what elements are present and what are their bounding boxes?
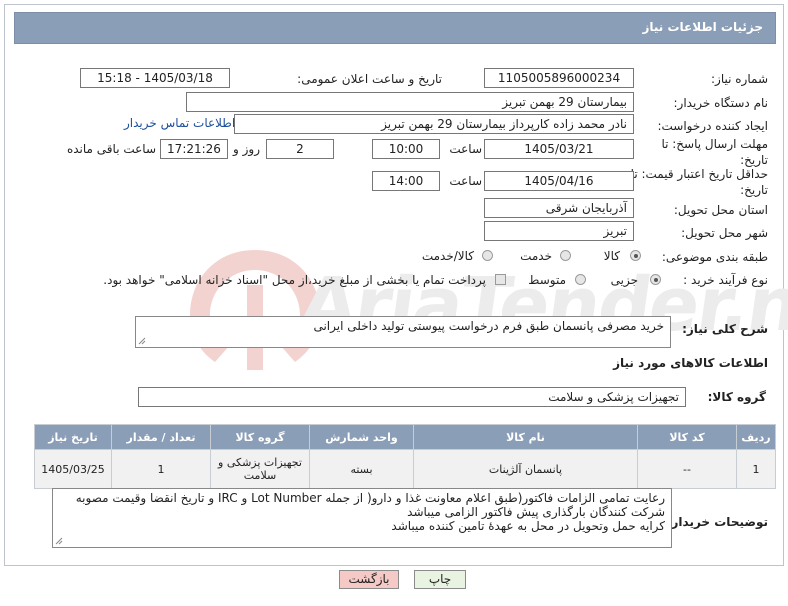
validity-time-label: ساعت bbox=[449, 174, 482, 188]
treasury-checkbox[interactable] bbox=[495, 274, 506, 285]
cell-row-number: 1 bbox=[736, 449, 776, 489]
col-quantity: تعداد / مقدار bbox=[111, 424, 211, 450]
payment-note: پرداخت تمام یا بخشی از مبلغ خرید،از محل … bbox=[103, 273, 486, 287]
announce-label: تاریخ و ساعت اعلان عمومی: bbox=[297, 72, 442, 86]
city-field: تبریز bbox=[484, 221, 634, 241]
description-label: شرح کلی نیاز: bbox=[682, 322, 768, 336]
panel-header: جزئیات اطلاعات نیاز bbox=[14, 12, 776, 44]
description-text: خرید مصرفی پانسمان طبق فرم درخواست پیوست… bbox=[313, 319, 664, 333]
resize-grip-icon[interactable] bbox=[138, 337, 146, 345]
category-option-goods: کالا bbox=[603, 249, 620, 263]
back-button[interactable]: بازگشت bbox=[339, 570, 399, 589]
process-radio-medium[interactable] bbox=[575, 274, 586, 285]
validity-time-field: 14:00 bbox=[372, 171, 440, 191]
category-option-goods-service: کالا/خدمت bbox=[421, 249, 474, 263]
need-number-label: شماره نیاز: bbox=[711, 72, 768, 86]
need-number-field: 1105005896000234 bbox=[484, 68, 634, 88]
buyer-note-line: شرکت کنندگان بارگذاری پیش فاکتور الزامی … bbox=[407, 505, 665, 519]
category-radio-goods-service[interactable] bbox=[482, 250, 493, 261]
deadline-label: مهلت ارسال پاسخ: تا تاریخ: bbox=[661, 137, 768, 167]
description-textarea[interactable]: خرید مصرفی پانسمان طبق فرم درخواست پیوست… bbox=[135, 316, 671, 348]
goods-group-field: تجهیزات پزشکی و سلامت bbox=[138, 387, 686, 407]
cell-group: تجهیزات پزشکی و سلامت bbox=[210, 449, 310, 489]
cell-unit: بسته bbox=[309, 449, 414, 489]
province-label: استان محل تحویل: bbox=[673, 203, 768, 217]
col-item-name: نام کالا bbox=[413, 424, 638, 450]
remaining-time-field: 17:21:26 bbox=[160, 139, 228, 159]
category-label: طبقه بندی موضوعی: bbox=[661, 250, 768, 264]
buyer-notes-label: توضیحات خریدار: bbox=[666, 515, 768, 529]
goods-table-header: ردیف کد کالا نام کالا واحد شمارش گروه کا… bbox=[34, 424, 776, 450]
print-button[interactable]: چاپ bbox=[414, 570, 466, 589]
goods-table: ردیف کد کالا نام کالا واحد شمارش گروه کا… bbox=[34, 424, 776, 489]
announce-field: 1405/03/18 - 15:18 bbox=[80, 68, 230, 88]
buyer-note-line: کرایه حمل وتحویل در محل به عهدهٔ تامین ک… bbox=[391, 519, 665, 533]
cell-item-code: -- bbox=[637, 449, 737, 489]
col-row-number: ردیف bbox=[736, 424, 776, 450]
deadline-time-field: 10:00 bbox=[372, 139, 440, 159]
col-unit: واحد شمارش bbox=[309, 424, 414, 450]
validity-date-field: 1405/04/16 bbox=[484, 171, 634, 191]
buyer-note-line: رعایت تمامی الزامات فاکتور(طبق اعلام معا… bbox=[75, 491, 665, 505]
deadline-time-label: ساعت bbox=[449, 142, 482, 156]
process-option-partial: جزیی bbox=[610, 273, 638, 287]
validity-label: حداقل تاریخ اعتبار قیمت: تا تاریخ: bbox=[630, 167, 768, 197]
resize-grip-icon[interactable] bbox=[55, 537, 63, 545]
city-label: شهر محل تحویل: bbox=[681, 226, 768, 240]
province-field: آذربایجان شرقی bbox=[484, 198, 634, 218]
category-radio-goods[interactable] bbox=[630, 250, 641, 261]
buyer-notes-textarea[interactable]: رعایت تمامی الزامات فاکتور(طبق اعلام معا… bbox=[52, 488, 672, 548]
days-field: 2 bbox=[266, 139, 334, 159]
remaining-label: ساعت باقی مانده bbox=[66, 142, 156, 156]
days-label: روز و bbox=[233, 142, 260, 156]
process-label: نوع فرآیند خرید : bbox=[683, 273, 768, 287]
goods-section-title: اطلاعات کالاهای مورد نیاز bbox=[613, 356, 768, 370]
cell-need-date: 1405/03/25 bbox=[34, 449, 112, 489]
col-item-code: کد کالا bbox=[637, 424, 737, 450]
requester-field: نادر محمد زاده کارپرداز بیمارستان 29 بهم… bbox=[234, 114, 634, 134]
table-row: 1 -- پانسمان آلژینات بسته تجهیزات پزشکی … bbox=[34, 449, 776, 489]
contact-info-link[interactable]: اطلاعات تماس خریدار bbox=[124, 116, 235, 130]
deadline-date-field: 1405/03/21 bbox=[484, 139, 634, 159]
col-group: گروه کالا bbox=[210, 424, 310, 450]
goods-group-label: گروه کالا: bbox=[707, 390, 766, 404]
process-radio-partial[interactable] bbox=[650, 274, 661, 285]
panel-title: جزئیات اطلاعات نیاز bbox=[642, 20, 763, 34]
col-need-date: تاریخ نیاز bbox=[34, 424, 112, 450]
cell-item-name: پانسمان آلژینات bbox=[413, 449, 638, 489]
category-radio-service[interactable] bbox=[560, 250, 571, 261]
category-option-service: خدمت bbox=[520, 249, 552, 263]
process-option-medium: متوسط bbox=[528, 273, 566, 287]
requester-label: ایجاد کننده درخواست: bbox=[657, 119, 768, 133]
buyer-org-label: نام دستگاه خریدار: bbox=[673, 96, 769, 110]
buyer-org-field: بیمارستان 29 بهمن تبریز bbox=[186, 92, 634, 112]
cell-quantity: 1 bbox=[111, 449, 211, 489]
